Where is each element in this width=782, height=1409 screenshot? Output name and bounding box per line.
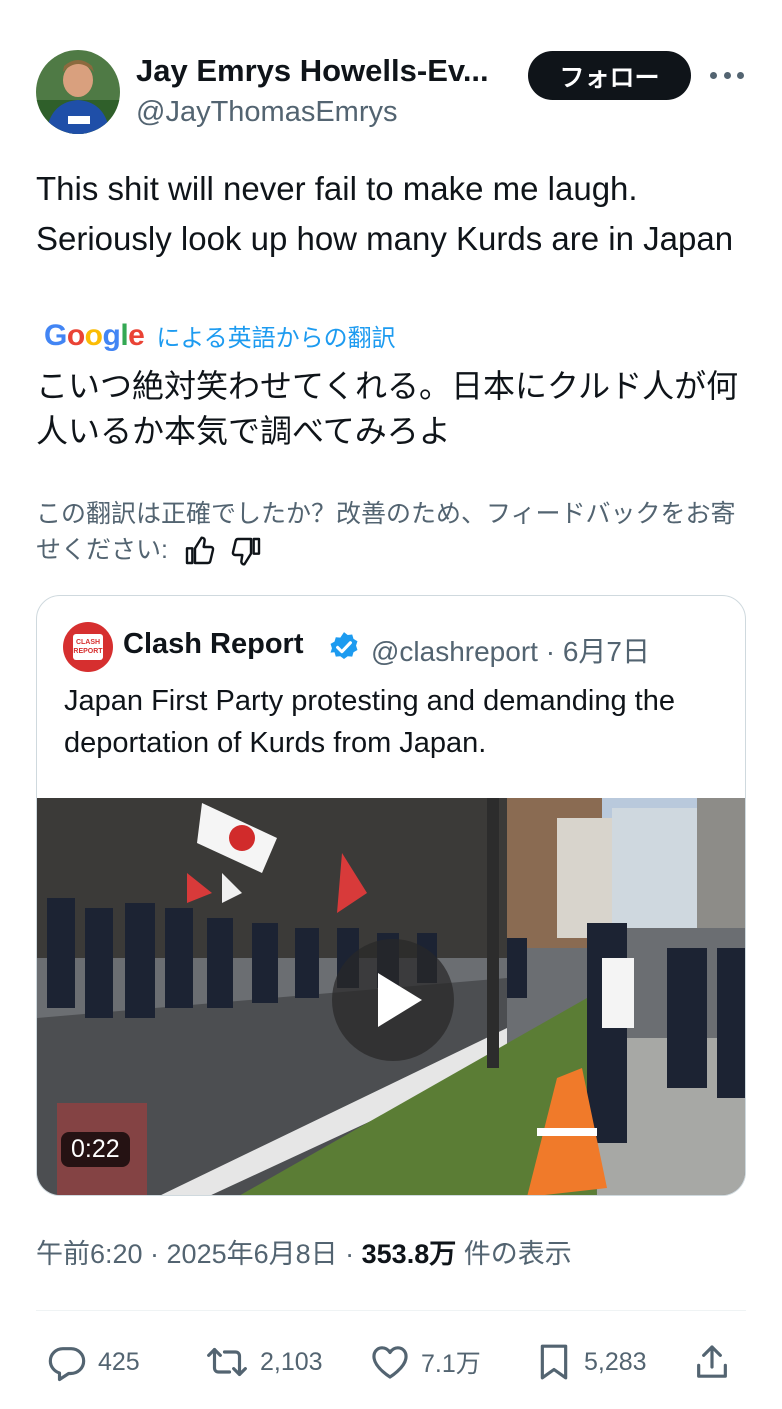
bookmark-button[interactable]: 5,283 [534, 1335, 647, 1389]
quoted-avatar: CLASH REPORT [63, 622, 113, 672]
translation-feedback: この翻訳は正確でしたか？改善のため、フィードバックをお寄せください: [36, 496, 756, 568]
more-icon[interactable] [710, 60, 744, 90]
quoted-date[interactable]: 6月7日 [563, 636, 650, 667]
video-duration: 0:22 [61, 1132, 130, 1167]
translated-text: こいつ絶対笑わせてくれる。日本にクルド人が何人いるか本気で調べてみろよ [36, 368, 739, 449]
quoted-handle[interactable]: @clashreport [371, 636, 538, 667]
share-icon [697, 1345, 727, 1378]
tweet-header: Jay Emrys Howells-Ev... @JayThomasEmrys … [36, 50, 748, 134]
bookmark-icon [540, 1344, 568, 1380]
google-logo: Google [44, 318, 145, 352]
quoted-tweet[interactable]: CLASH REPORT Clash Report @clashreport ·… [36, 595, 746, 1196]
view-label: 件の表示 [456, 1239, 572, 1269]
translation-attribution: Google による英語からの翻訳 [44, 318, 396, 353]
quoted-avatar-logo: CLASH REPORT [73, 634, 103, 660]
author-name[interactable]: Jay Emrys Howells-Ev... [136, 53, 508, 89]
like-button[interactable]: 7.1万 [369, 1335, 481, 1389]
feedback-prompt: この翻訳は正確でしたか？改善のため、フィードバックをお寄せください: [36, 500, 736, 564]
verified-badge-icon [330, 632, 358, 660]
video-player[interactable]: 0:22 [37, 798, 745, 1195]
thumbs-down-icon[interactable] [230, 535, 264, 567]
tweet-timestamp: 午前6:20 · 2025年6月8日 · 353.8万 件の表示 [36, 1232, 572, 1271]
play-icon[interactable] [332, 939, 454, 1061]
tweet-text: This shit will never fail to make me lau… [36, 170, 734, 257]
quoted-separator: · [545, 636, 556, 667]
reply-icon [48, 1347, 86, 1382]
retweet-count: 2,103 [260, 1347, 323, 1376]
reply-count: 425 [98, 1347, 140, 1376]
retweet-icon [207, 1347, 247, 1377]
view-count: 353.8万 [361, 1239, 457, 1269]
author-handle[interactable]: @JayThomasEmrys [136, 96, 397, 129]
translation-note[interactable]: による英語からの翻訳 [156, 318, 395, 353]
quoted-meta: @clashreport · 6月7日 [371, 630, 650, 670]
reply-button[interactable]: 425 [46, 1335, 140, 1389]
share-button[interactable] [692, 1335, 742, 1389]
retweet-button[interactable]: 2,103 [204, 1335, 323, 1389]
action-bar: 425 2,103 7.1万 5,283 [36, 1335, 746, 1389]
like-count: 7.1万 [421, 1350, 481, 1378]
quoted-author-name[interactable]: Clash Report [123, 628, 303, 661]
follow-button[interactable]: フォロー [528, 51, 691, 100]
thumbs-up-icon[interactable] [182, 535, 216, 567]
post-time[interactable]: 午前6:20 · 2025年6月8日 · [36, 1239, 362, 1269]
divider [36, 1310, 746, 1311]
quoted-text: Japan First Party protesting and demandi… [64, 685, 675, 759]
bookmark-count: 5,283 [584, 1347, 647, 1376]
author-avatar[interactable] [36, 50, 120, 134]
like-icon [372, 1346, 408, 1379]
